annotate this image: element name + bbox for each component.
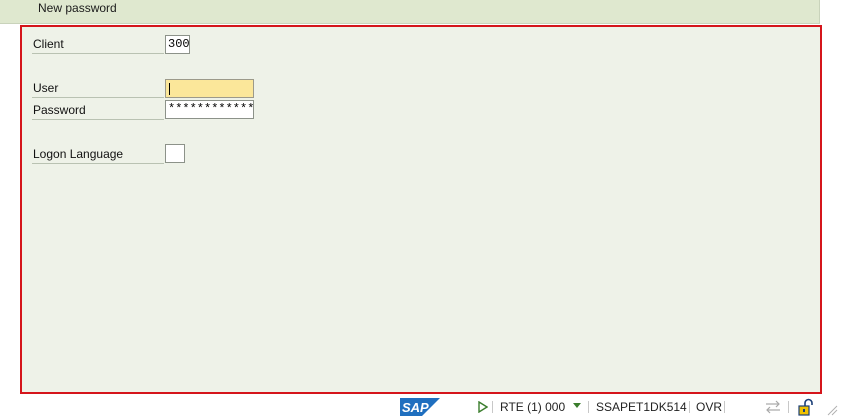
client-label: Client [33, 37, 64, 51]
logon-language-label-underline [32, 163, 164, 164]
password-value: ************ [168, 102, 254, 116]
status-separator [492, 401, 493, 413]
resize-grip-icon[interactable] [826, 404, 838, 416]
logon-language-label: Logon Language [33, 147, 124, 161]
text-cursor [169, 83, 170, 95]
logon-language-input[interactable] [165, 144, 185, 163]
password-label: Password [33, 103, 86, 117]
system-info: RTE (1) 000 [500, 400, 566, 414]
application-toolbar: New password [0, 0, 820, 24]
dropdown-icon[interactable] [573, 403, 581, 408]
client-input[interactable]: 300 [165, 35, 190, 54]
server-name: SSAPET1DK514 [596, 400, 687, 414]
user-label-underline [32, 97, 164, 98]
user-input[interactable] [165, 79, 254, 98]
logon-form-area: Client 300 User Password ************ Lo… [20, 25, 822, 394]
user-label: User [33, 81, 59, 95]
password-input[interactable]: ************ [165, 100, 254, 119]
focus-corner [250, 80, 253, 83]
insert-mode[interactable]: OVR [696, 400, 722, 414]
transfer-icon[interactable] [764, 400, 782, 414]
focus-corner [250, 94, 253, 97]
client-value: 300 [168, 37, 190, 51]
password-label-underline [32, 119, 164, 120]
play-arrow-icon[interactable] [478, 401, 488, 413]
focus-corner [166, 80, 169, 83]
status-separator [689, 401, 690, 413]
sap-logo: SAP [400, 398, 440, 416]
client-label-underline [32, 53, 164, 54]
focus-corner [166, 94, 169, 97]
sap-logo-text: SAP [402, 400, 429, 415]
status-bar: SAP RTE (1) 000 SSAPET1DK514 OVR [0, 396, 842, 418]
status-separator [588, 401, 589, 413]
status-separator [788, 401, 789, 413]
new-password-button[interactable]: New password [30, 0, 125, 16]
lock-icon[interactable] [797, 398, 815, 416]
status-separator [724, 401, 725, 413]
